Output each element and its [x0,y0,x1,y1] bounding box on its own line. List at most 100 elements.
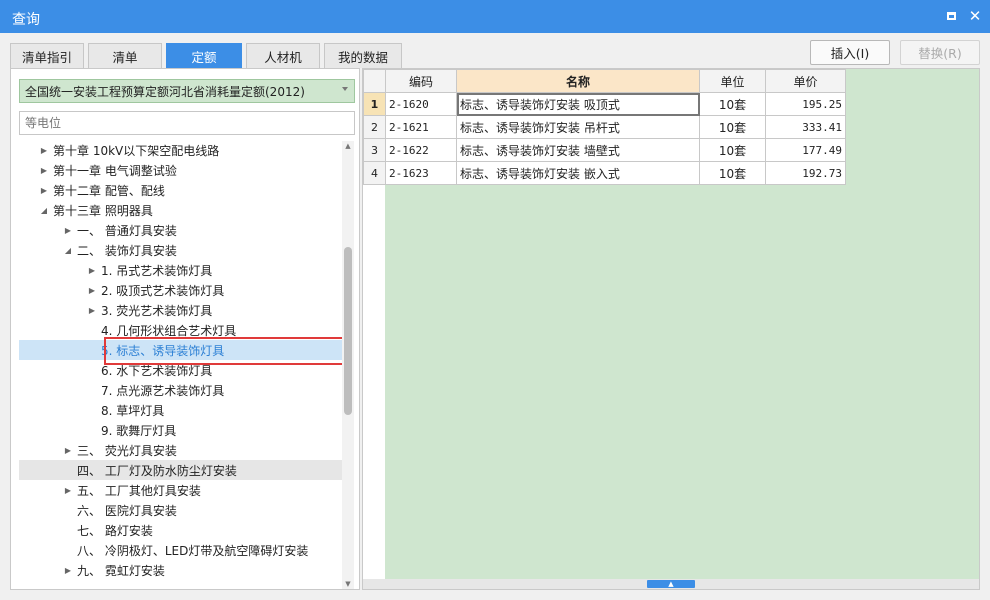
scroll-thumb[interactable] [344,247,352,415]
scroll-down-icon[interactable]: ▼ [342,579,354,589]
tree-item-label: 9. 歌舞厅灯具 [101,423,177,438]
cell-code[interactable]: 2-1622 [385,138,457,162]
tree-item-label: 第十章 10kV以下架空配电线路 [53,143,220,158]
cell-price[interactable]: 192.73 [765,161,846,185]
tree-item-label: 七、 路灯安装 [77,523,153,538]
collapsed-arrow-icon[interactable]: ▶ [87,285,97,295]
tab-bill[interactable]: 清单 [88,43,162,68]
tree-item[interactable]: 六、 医院灯具安装 [19,500,343,520]
column-header-unit[interactable]: 单位 [699,69,766,93]
tree-item[interactable]: ▶ 第十一章 电气调整试验 [19,160,343,180]
tree-item-label: 二、 装饰灯具安装 [77,243,177,258]
tree-item-label: 8. 草坪灯具 [101,403,165,418]
search-input[interactable] [19,111,355,135]
expanded-arrow-icon[interactable]: ◢ [39,205,49,215]
close-icon[interactable]: ✕ [967,7,983,25]
tab-bill-guide[interactable]: 清单指引 [10,43,84,68]
collapsed-arrow-icon[interactable]: ▶ [63,565,73,575]
tree-item[interactable]: 八、 冷阴极灯、LED灯带及航空障碍灯安装 [19,540,343,560]
maximize-icon[interactable] [943,8,959,24]
row-number[interactable]: 1 [363,92,386,116]
tree-item[interactable]: ▶ 1. 吊式艺术装饰灯具 [19,260,343,280]
chevron-up-icon[interactable]: ▲ [647,580,695,588]
table-row[interactable]: 2 2-1621 标志、诱导装饰灯安装 吊杆式 10套 333.41 [363,115,846,139]
tab-label: 清单 [112,49,138,65]
table-row[interactable]: 4 2-1623 标志、诱导装饰灯安装 嵌入式 10套 192.73 [363,161,846,185]
cell-price[interactable]: 177.49 [765,138,846,162]
tab-my-data[interactable]: 我的数据 [324,43,402,68]
tree-item[interactable]: 9. 歌舞厅灯具 [19,420,343,440]
tree-item[interactable]: ▶ 第十章 10kV以下架空配电线路 [19,140,343,160]
tree-item[interactable]: ▶ 一、 普通灯具安装 [19,220,343,240]
tree-item[interactable]: 5. 标志、诱导装饰灯具 [19,340,343,360]
tab-quota[interactable]: 定额 [166,43,242,68]
tree-item[interactable]: 四、 工厂灯及防水防尘灯安装 [19,460,343,480]
column-header-price[interactable]: 单价 [765,69,846,93]
cell-price[interactable]: 333.41 [765,115,846,139]
library-select[interactable]: 全国统一安装工程预算定额河北省消耗量定额(2012) [19,79,355,103]
collapsed-arrow-icon[interactable]: ▶ [63,225,73,235]
tree-item[interactable]: ▶ 3. 荧光艺术装饰灯具 [19,300,343,320]
tree-item-label: 一、 普通灯具安装 [77,223,177,238]
quota-table: 编码 名称 单位 单价 1 2-1620 标志、诱导装饰灯安装 吸顶式 10套 195.… [363,69,846,185]
cell-name[interactable]: 标志、诱导装饰灯安装 嵌入式 [456,161,700,185]
quota-tree-panel: 全国统一安装工程预算定额河北省消耗量定额(2012) ▶ 第十章 10kV以下架空… [10,68,360,590]
tree-item[interactable]: ◢ 第十三章 照明器具 [19,200,343,220]
cell-unit[interactable]: 10套 [699,138,766,162]
row-number[interactable]: 2 [363,115,386,139]
cell-price[interactable]: 195.25 [765,92,846,116]
cell-name[interactable]: 标志、诱导装饰灯安装 吊杆式 [456,115,700,139]
cell-name[interactable]: 标志、诱导装饰灯安装 墙壁式 [456,138,700,162]
tree-item-label: 1. 吊式艺术装饰灯具 [101,263,213,278]
cell-code[interactable]: 2-1621 [385,115,457,139]
tree-item[interactable]: ▶ 九、 霓虹灯安装 [19,560,343,580]
collapsed-arrow-icon[interactable]: ▶ [39,185,49,195]
tree-item-label: 4. 几何形状组合艺术灯具 [101,323,237,338]
replace-button[interactable]: 替换(R) [900,40,980,65]
tree-item[interactable]: ▶ 五、 工厂其他灯具安装 [19,480,343,500]
tree-item[interactable]: ▶ 三、 荧光灯具安装 [19,440,343,460]
collapsed-arrow-icon[interactable]: ▶ [39,145,49,155]
scroll-up-icon[interactable]: ▲ [342,141,354,151]
library-select-value: 全国统一安装工程预算定额河北省消耗量定额(2012) [25,84,305,99]
cell-code[interactable]: 2-1620 [385,92,457,116]
row-number[interactable]: 3 [363,138,386,162]
tree-item[interactable]: 4. 几何形状组合艺术灯具 [19,320,343,340]
collapsed-arrow-icon[interactable]: ▶ [87,305,97,315]
tab-label: 清单指引 [21,49,72,65]
cell-name[interactable]: 标志、诱导装饰灯安装 吸顶式 [456,92,700,116]
tree-scrollbar[interactable]: ▲ ▼ [342,141,354,589]
collapsed-arrow-icon[interactable]: ▶ [39,165,49,175]
tree-item-label: 四、 工厂灯及防水防尘灯安装 [77,463,237,478]
expanded-arrow-icon[interactable]: ◢ [63,245,73,255]
collapsed-arrow-icon[interactable]: ▶ [63,445,73,455]
tree-item[interactable]: 7. 点光源艺术装饰灯具 [19,380,343,400]
tree-item[interactable]: ▶ 2. 吸顶式艺术装饰灯具 [19,280,343,300]
table-row[interactable]: 1 2-1620 标志、诱导装饰灯安装 吸顶式 10套 195.25 [363,92,846,116]
tab-materials[interactable]: 人材机 [246,43,320,68]
collapsed-arrow-icon[interactable]: ▶ [87,265,97,275]
title-bar: 查询 ✕ [0,0,990,33]
column-header-name[interactable]: 名称 [456,69,700,93]
cell-unit[interactable]: 10套 [699,115,766,139]
tree-item[interactable]: ◢ 二、 装饰灯具安装 [19,240,343,260]
cell-unit[interactable]: 10套 [699,161,766,185]
tab-bar: 清单指引 清单 定额 人材机 我的数据 [10,43,406,68]
tree-item[interactable]: ▶ 第十二章 配管、配线 [19,180,343,200]
tree-item[interactable]: 七、 路灯安装 [19,520,343,540]
grid-horizontal-scrollbar[interactable]: ▲ [363,579,979,589]
cell-unit[interactable]: 10套 [699,92,766,116]
tree-item[interactable]: 6. 水下艺术装饰灯具 [19,360,343,380]
collapsed-arrow-icon[interactable]: ▶ [63,485,73,495]
cell-code[interactable]: 2-1623 [385,161,457,185]
row-number[interactable]: 4 [363,161,386,185]
corner-cell [363,69,386,93]
chevron-down-icon [342,87,348,91]
column-header-code[interactable]: 编码 [385,69,457,93]
tree-item-label: 九、 霓虹灯安装 [77,563,165,578]
insert-button[interactable]: 插入(I) [810,40,890,65]
table-row[interactable]: 3 2-1622 标志、诱导装饰灯安装 墙壁式 10套 177.49 [363,138,846,162]
tree-item-label: 八、 冷阴极灯、LED灯带及航空障碍灯安装 [77,543,309,558]
tree-item[interactable]: 8. 草坪灯具 [19,400,343,420]
tree-item-label: 第十二章 配管、配线 [53,183,165,198]
